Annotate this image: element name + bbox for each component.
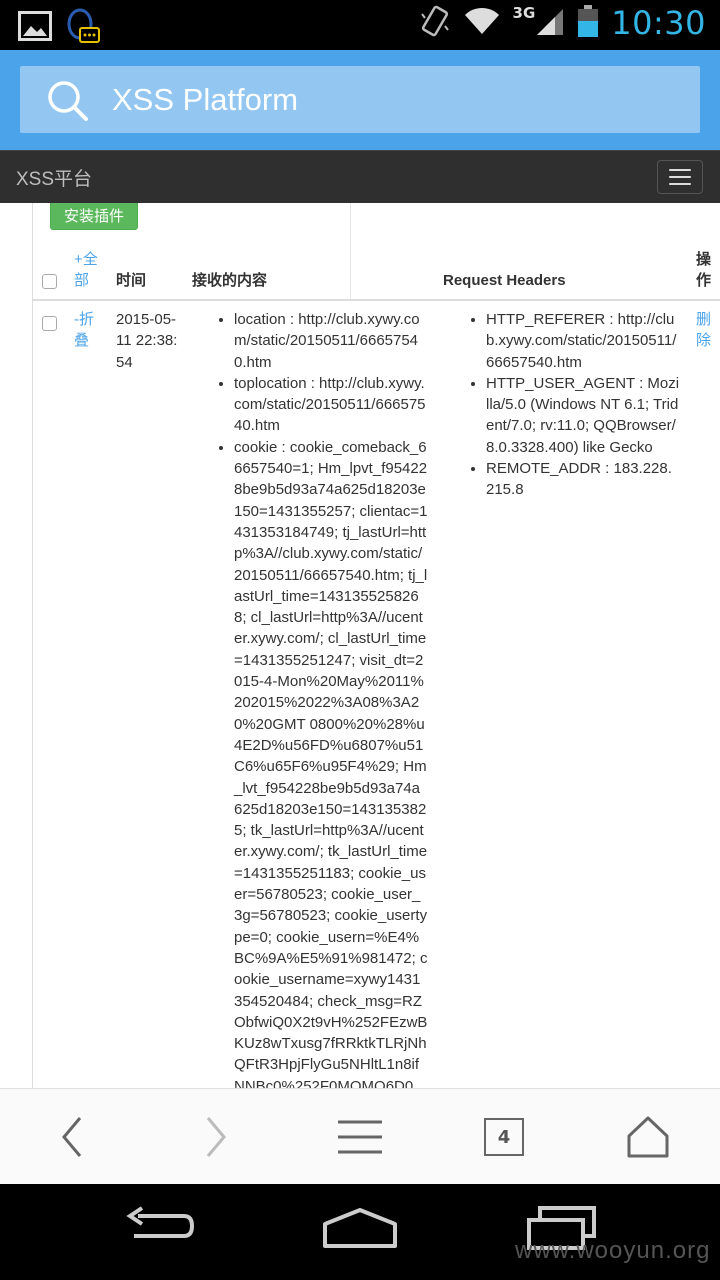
vibrate-icon bbox=[419, 4, 451, 42]
content-list: location : http://club.xywy.com/static/2… bbox=[234, 309, 428, 1088]
network-type: 3G bbox=[512, 4, 536, 22]
column-header-request-headers: Request Headers bbox=[443, 272, 566, 289]
content-cell: location : http://club.xywy.com/static/2… bbox=[234, 309, 428, 1088]
column-header-action: 操作 bbox=[696, 251, 712, 289]
install-plugin-button[interactable]: 安装插件 bbox=[50, 203, 138, 230]
wifi-icon bbox=[463, 6, 501, 40]
column-header-time: 时间 bbox=[116, 272, 147, 289]
delete-link[interactable]: 删除 bbox=[696, 309, 714, 352]
back-arrow-icon[interactable] bbox=[47, 1113, 97, 1161]
headers-list: HTTP_REFERER : http://club.xywy.com/stat… bbox=[486, 309, 680, 501]
url-bar[interactable]: XSS Platform bbox=[20, 66, 700, 133]
content-item-cookie: cookie : cookie_comeback_66657540=1; Hm_… bbox=[234, 437, 428, 1088]
hamburger-menu-button[interactable] bbox=[657, 160, 703, 194]
battery-icon bbox=[577, 4, 599, 42]
row-time: 2015-05-11 22:38:54 bbox=[116, 311, 178, 371]
content-item-location: location : http://club.xywy.com/static/2… bbox=[234, 309, 428, 373]
image-icon bbox=[18, 11, 52, 45]
menu-bar bbox=[669, 169, 691, 171]
watermark: www.wooyun.org bbox=[515, 1237, 711, 1264]
select-all-checkbox[interactable] bbox=[42, 274, 57, 289]
home-icon[interactable] bbox=[322, 1206, 398, 1254]
browser-header: XSS Platform bbox=[0, 50, 720, 150]
site-brand[interactable]: XSS平台 bbox=[16, 164, 92, 191]
expand-all-link[interactable]: +全部 bbox=[74, 249, 104, 291]
search-icon bbox=[46, 79, 90, 125]
home-icon[interactable] bbox=[623, 1113, 673, 1161]
header-item-referer: HTTP_REFERER : http://club.xywy.com/stat… bbox=[486, 309, 680, 373]
site-navbar: XSS平台 bbox=[0, 150, 720, 203]
column-header-content: 接收的内容 bbox=[192, 272, 268, 289]
header-item-remote-addr: REMOTE_ADDR : 183.228.215.8 bbox=[486, 458, 680, 501]
menu-bar bbox=[669, 183, 691, 185]
table-header: +全部 时间 接收的内容 Request Headers 操作 bbox=[32, 245, 720, 301]
qq-notification-icon bbox=[66, 8, 100, 48]
back-icon[interactable] bbox=[124, 1206, 196, 1250]
android-navigation-bar: www.wooyun.org bbox=[0, 1184, 720, 1280]
url-text: XSS Platform bbox=[112, 82, 299, 117]
menu-icon[interactable] bbox=[335, 1113, 385, 1161]
headers-cell: HTTP_REFERER : http://club.xywy.com/stat… bbox=[486, 309, 680, 501]
header-item-user-agent: HTTP_USER_AGENT : Mozilla/5.0 (Windows N… bbox=[486, 373, 680, 458]
tabs-icon[interactable]: 4 bbox=[479, 1113, 529, 1161]
page-content: 安装插件 +全部 时间 接收的内容 Request Headers 操作 -折叠… bbox=[0, 203, 720, 1088]
clock: 10:30 bbox=[611, 4, 706, 42]
browser-toolbar: 4 bbox=[0, 1088, 720, 1184]
collapse-link[interactable]: -折叠 bbox=[74, 309, 104, 352]
status-bar: 3G 10:30 bbox=[0, 0, 720, 50]
row-checkbox[interactable] bbox=[42, 316, 57, 331]
divider bbox=[32, 203, 33, 1088]
tab-count: 4 bbox=[484, 1118, 524, 1156]
content-item-toplocation: toplocation : http://club.xywy.com/stati… bbox=[234, 373, 428, 437]
signal-icon bbox=[535, 6, 565, 40]
menu-bar bbox=[669, 176, 691, 178]
forward-arrow-icon[interactable] bbox=[191, 1113, 241, 1161]
